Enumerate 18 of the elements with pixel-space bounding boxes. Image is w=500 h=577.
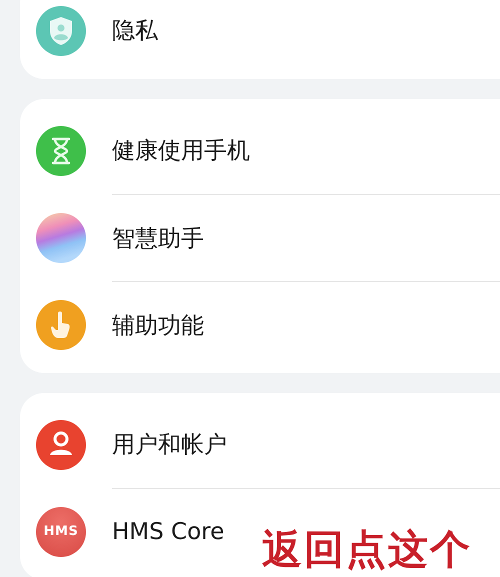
settings-item[interactable]: 隐私 [20, 0, 500, 74]
item-label: 智慧助手 [112, 224, 204, 254]
item-label: 隐私 [112, 17, 158, 46]
item-label: HMS Core [112, 519, 224, 545]
shield-icon [36, 6, 86, 56]
settings-item[interactable]: 用户和帐户 [20, 401, 500, 488]
settings-item[interactable]: 健康使用手机 [20, 107, 500, 194]
item-label: 健康使用手机 [112, 137, 250, 166]
user-icon [36, 420, 86, 470]
annotation-text: 返回点这个 [262, 526, 472, 575]
settings-item[interactable]: 辅助功能 [20, 281, 500, 368]
hourglass-icon [36, 126, 86, 176]
hms-icon: HMS [36, 506, 86, 556]
pointing-hand-icon [36, 300, 86, 350]
gradient-orb-icon [36, 212, 86, 262]
item-label: 用户和帐户 [112, 431, 227, 460]
item-label: 辅助功能 [112, 312, 204, 340]
settings-item[interactable]: 智慧助手 [20, 194, 500, 281]
